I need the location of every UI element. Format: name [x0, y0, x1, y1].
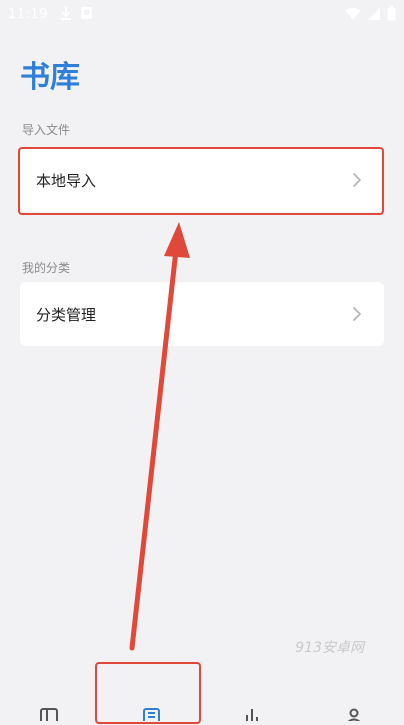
category-manage-label: 分类管理 — [36, 305, 97, 324]
local-import-item[interactable]: 本地导入 — [20, 148, 384, 212]
nav-stats[interactable] — [240, 706, 264, 721]
status-bar: 11:19 — [0, 0, 404, 30]
notification-icon — [81, 7, 92, 19]
battery-icon — [387, 6, 396, 21]
chevron-right-icon — [353, 173, 361, 187]
profile-icon — [346, 708, 362, 724]
page-title: 书库 — [20, 60, 80, 95]
annotation-arrow — [129, 222, 190, 651]
wifi-icon — [345, 7, 361, 20]
signal-icon — [368, 7, 380, 20]
status-time: 11:19 — [8, 7, 48, 22]
nav-library[interactable] — [140, 706, 164, 724]
nav-bookshelf[interactable] — [38, 706, 62, 724]
category-manage-item[interactable]: 分类管理 — [20, 282, 384, 346]
stats-icon — [246, 709, 258, 721]
bookshelf-icon — [40, 708, 58, 724]
nav-profile[interactable] — [342, 706, 366, 724]
bottom-nav — [0, 698, 404, 724]
local-import-label: 本地导入 — [36, 171, 97, 190]
import-section-label: 导入文件 — [22, 123, 71, 137]
watermark: 913安卓网 — [295, 640, 364, 656]
library-icon — [143, 708, 160, 724]
chevron-right-icon — [353, 307, 361, 321]
download-icon — [61, 7, 71, 20]
category-section-label: 我的分类 — [22, 261, 71, 275]
